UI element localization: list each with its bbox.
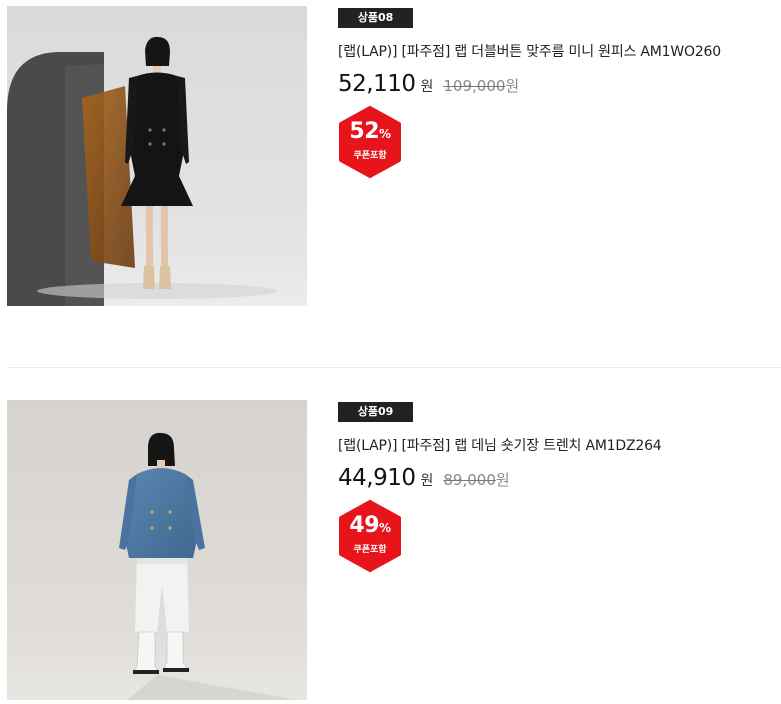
- original-price: 89,000원: [443, 469, 509, 490]
- original-price-value: 109,000: [443, 77, 506, 95]
- discount-percent: 49%: [338, 513, 402, 538]
- sale-price: 44,910: [338, 465, 416, 491]
- product-list: 상품08 [랩(LAP)] [파주점] 랩 더블버튼 맞주름 미니 원피스 AM…: [0, 0, 781, 704]
- sale-price-currency: 원: [420, 79, 434, 95]
- discount-percent: 52%: [338, 119, 402, 144]
- price-row: 52,110 원 109,000원: [338, 71, 778, 97]
- product-number-badge: 상품08: [338, 8, 413, 28]
- discount-badge: 52% 쿠폰포함: [338, 106, 402, 178]
- product-info: 상품08 [랩(LAP)] [파주점] 랩 더블버튼 맞주름 미니 원피스 AM…: [338, 6, 778, 178]
- price-row: 44,910 원 89,000원: [338, 465, 778, 491]
- product-image[interactable]: [7, 400, 307, 700]
- discount-unit: %: [379, 521, 391, 535]
- discount-value: 49: [349, 513, 380, 538]
- discount-value: 52: [349, 119, 380, 144]
- product-title[interactable]: [랩(LAP)] [파주점] 랩 데님 숏기장 트렌치 AM1DZ264: [338, 435, 778, 455]
- product-card: 상품09 [랩(LAP)] [파주점] 랩 데님 숏기장 트렌치 AM1DZ26…: [0, 400, 781, 700]
- product-divider: [7, 367, 781, 368]
- sale-price: 52,110: [338, 71, 416, 97]
- product-image[interactable]: [7, 6, 307, 306]
- product-info: 상품09 [랩(LAP)] [파주점] 랩 데님 숏기장 트렌치 AM1DZ26…: [338, 400, 778, 572]
- product-number-badge: 상품09: [338, 402, 413, 422]
- discount-badge: 49% 쿠폰포함: [338, 500, 402, 572]
- sale-price-currency: 원: [420, 473, 434, 489]
- product-photo-dress: [7, 6, 307, 306]
- discount-label: 쿠폰포함: [353, 545, 387, 555]
- product-title[interactable]: [랩(LAP)] [파주점] 랩 더블버튼 맞주름 미니 원피스 AM1WO26…: [338, 41, 778, 61]
- discount-label: 쿠폰포함: [353, 151, 387, 161]
- original-price-currency: 원: [505, 77, 520, 95]
- product-photo-denim-trench: [7, 400, 307, 700]
- product-card: 상품08 [랩(LAP)] [파주점] 랩 더블버튼 맞주름 미니 원피스 AM…: [0, 6, 781, 306]
- discount-unit: %: [379, 127, 391, 141]
- original-price: 109,000원: [443, 75, 519, 96]
- original-price-currency: 원: [495, 471, 510, 489]
- original-price-value: 89,000: [443, 471, 496, 489]
